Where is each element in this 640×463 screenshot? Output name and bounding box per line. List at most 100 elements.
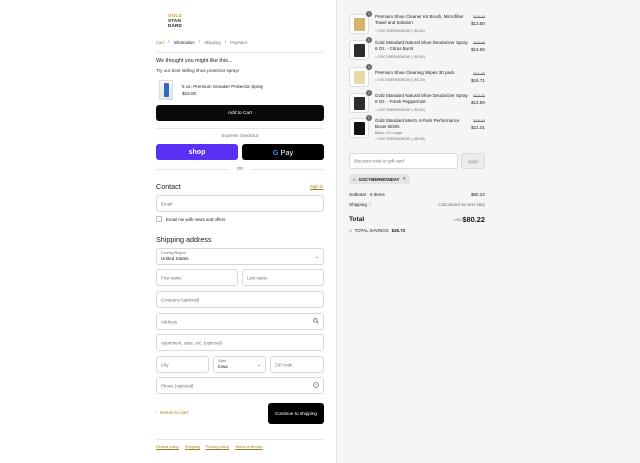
state-value: Iowa: [218, 364, 228, 369]
product-thumbnail: [349, 14, 369, 34]
quantity-badge: 1: [366, 11, 372, 17]
newsletter-label: Email me with news and offers: [166, 217, 226, 222]
country-label: Country/Region: [161, 251, 186, 255]
applied-discount-tag: ⌂ GSCYBERMONDAY ✕: [349, 174, 411, 184]
help-icon[interactable]: ?: [313, 381, 319, 390]
shipping-label: Shipping: [349, 202, 367, 207]
item-price: $16.71: [470, 78, 485, 83]
product-thumbnail: [349, 93, 369, 113]
continue-to-shipping-button[interactable]: Continue to shipping: [268, 403, 324, 424]
shop-pay-button[interactable]: shop: [156, 144, 238, 160]
footer-links: Refund policy Shipping Privacy policy Te…: [156, 445, 263, 449]
help-icon[interactable]: ⓘ: [368, 202, 372, 207]
product-name: Gold Standard Natural Shoe Deodorizer Sp…: [375, 93, 468, 104]
total-savings: ⌂ TOTAL SAVINGS $26.73: [349, 228, 405, 233]
upsell-subtitle: Try our best selling shoe protector spra…: [156, 68, 240, 73]
add-to-cart-button[interactable]: Add to Cart: [156, 105, 324, 121]
logo-line-3: DARD: [168, 23, 183, 28]
list-item: 1 Premium Shoe Cleaner Kit Brush, Microf…: [349, 11, 485, 36]
list-item: 1 Gold Standard Men's 4-Pack Performance…: [349, 115, 485, 144]
divider: [156, 439, 324, 440]
item-price: $13.50: [470, 100, 485, 105]
list-item: 1 Premium Shoe Cleaning Wipes 30 pack ⌂ …: [349, 64, 485, 89]
quantity-badge: 1: [366, 64, 372, 70]
breadcrumb: Cart › Information › Shipping › Payment: [156, 39, 247, 45]
original-price: $28.00: [473, 119, 485, 123]
breadcrumb-information: Information: [173, 39, 195, 45]
tag-icon: ⌂: [349, 228, 352, 233]
item-discount-text: GSCYBERMONDAY (-$5.24): [378, 78, 425, 82]
applied-code: GSCYBERMONDAY: [358, 176, 400, 182]
address-field[interactable]: Address: [156, 313, 324, 330]
terms-of-service-link[interactable]: Terms of service: [235, 445, 263, 449]
subtotal-value: $80.22: [470, 192, 485, 197]
discount-line: ⌂ GSCYBERMONDAY (-$5.24): [375, 78, 425, 82]
item-discount-text: GSCYBERMONDAY (-$4.50): [378, 55, 425, 59]
last-name-placeholder: Last name: [247, 275, 268, 280]
checkout-main: GOLD STAN DARD Cart › Information › Ship…: [0, 0, 336, 463]
divider: [156, 169, 230, 170]
product-image: [354, 44, 365, 57]
apartment-field[interactable]: Apartment, suite, etc. (optional): [156, 334, 324, 351]
product-name: Gold Standard Men's 4-Pack Performance B…: [375, 118, 460, 129]
breadcrumb-shipping: Shipping: [204, 39, 221, 45]
last-name-field[interactable]: Last name: [242, 269, 324, 286]
product-thumbnail: [349, 40, 369, 60]
upsell-product-name: 5 oz. Premium Sneaker Protector Spray: [182, 84, 264, 89]
apply-discount-button[interactable]: Apply: [461, 153, 485, 169]
return-to-cart-link[interactable]: ‹ Return to cart: [156, 410, 188, 415]
breadcrumb-cart[interactable]: Cart: [156, 40, 164, 45]
divider: [250, 169, 324, 170]
tag-icon: ⌂: [353, 176, 356, 182]
savings-label: TOTAL SAVINGS: [354, 228, 389, 233]
quantity-badge: 1: [366, 37, 372, 43]
first-name-field[interactable]: First name: [156, 269, 238, 286]
discount-line: ⌂ GSCYBERMONDAY (-$4.50): [375, 108, 425, 112]
item-price: $13.50: [470, 47, 485, 52]
country-value: United States: [161, 256, 189, 261]
product-name: Premium Shoe Cleaner Kit Brush, Microfib…: [375, 14, 464, 25]
item-discount-text: GSCYBERMONDAY (-$4.50): [378, 29, 425, 33]
privacy-policy-link[interactable]: Privacy policy: [206, 445, 229, 449]
shipping-policy-link[interactable]: Shipping: [185, 445, 200, 449]
subtotal-label: Subtotal · 5 items: [349, 192, 385, 197]
product-variant: Black / XX-Large: [375, 131, 402, 135]
phone-field[interactable]: Phone (optional) ?: [156, 377, 324, 394]
newsletter-checkbox[interactable]: [156, 216, 162, 222]
state-label: State: [218, 359, 227, 363]
total-currency: USD: [454, 218, 463, 222]
apartment-placeholder: Apartment, suite, etc. (optional): [161, 340, 223, 345]
item-price: $21.01: [470, 125, 485, 130]
original-price: $18.00: [473, 94, 485, 98]
zip-field[interactable]: ZIP code: [270, 356, 324, 373]
country-select[interactable]: Country/Region United States ⌄: [156, 248, 324, 265]
discount-placeholder: Discount code or gift card: [354, 158, 404, 164]
return-to-cart-label: Return to cart: [160, 410, 188, 415]
refund-policy-link[interactable]: Refund policy: [156, 445, 179, 449]
email-field[interactable]: Email: [156, 195, 324, 212]
product-name: Gold Standard Natural Shoe Deodorizer Sp…: [375, 40, 468, 51]
total-value: $80.22: [462, 215, 485, 224]
discount-line: ⌂ GSCYBERMONDAY (-$4.50): [375, 55, 425, 59]
city-placeholder: City: [161, 362, 169, 367]
brand-logo[interactable]: GOLD STAN DARD: [168, 13, 182, 35]
sign-in-link[interactable]: Sign in: [310, 184, 323, 189]
quantity-badge: 1: [366, 115, 372, 121]
product-image: [354, 97, 365, 110]
contact-heading: Contact: [156, 182, 181, 191]
state-select[interactable]: State Iowa ⌄: [213, 356, 266, 373]
total-label: Total: [349, 216, 365, 223]
remove-discount-icon[interactable]: ✕: [402, 176, 406, 182]
discount-code-input[interactable]: Discount code or gift card: [349, 153, 458, 169]
discount-line: ⌂ GSCYBERMONDAY (-$6.98): [375, 137, 425, 141]
chevron-down-icon: ⌄: [256, 361, 261, 368]
company-field[interactable]: Company (optional): [156, 291, 324, 308]
breadcrumb-payment: Payment: [230, 39, 247, 45]
svg-text:?: ?: [315, 383, 317, 387]
chevron-right-icon: ›: [167, 39, 170, 45]
upsell-product-image: [159, 80, 173, 100]
city-field[interactable]: City: [156, 356, 209, 373]
shipping-address-heading: Shipping address: [156, 235, 212, 244]
google-pay-button[interactable]: G Pay: [242, 144, 324, 160]
shipping-row: Shipping ⓘ Calculated at next step: [349, 202, 485, 208]
